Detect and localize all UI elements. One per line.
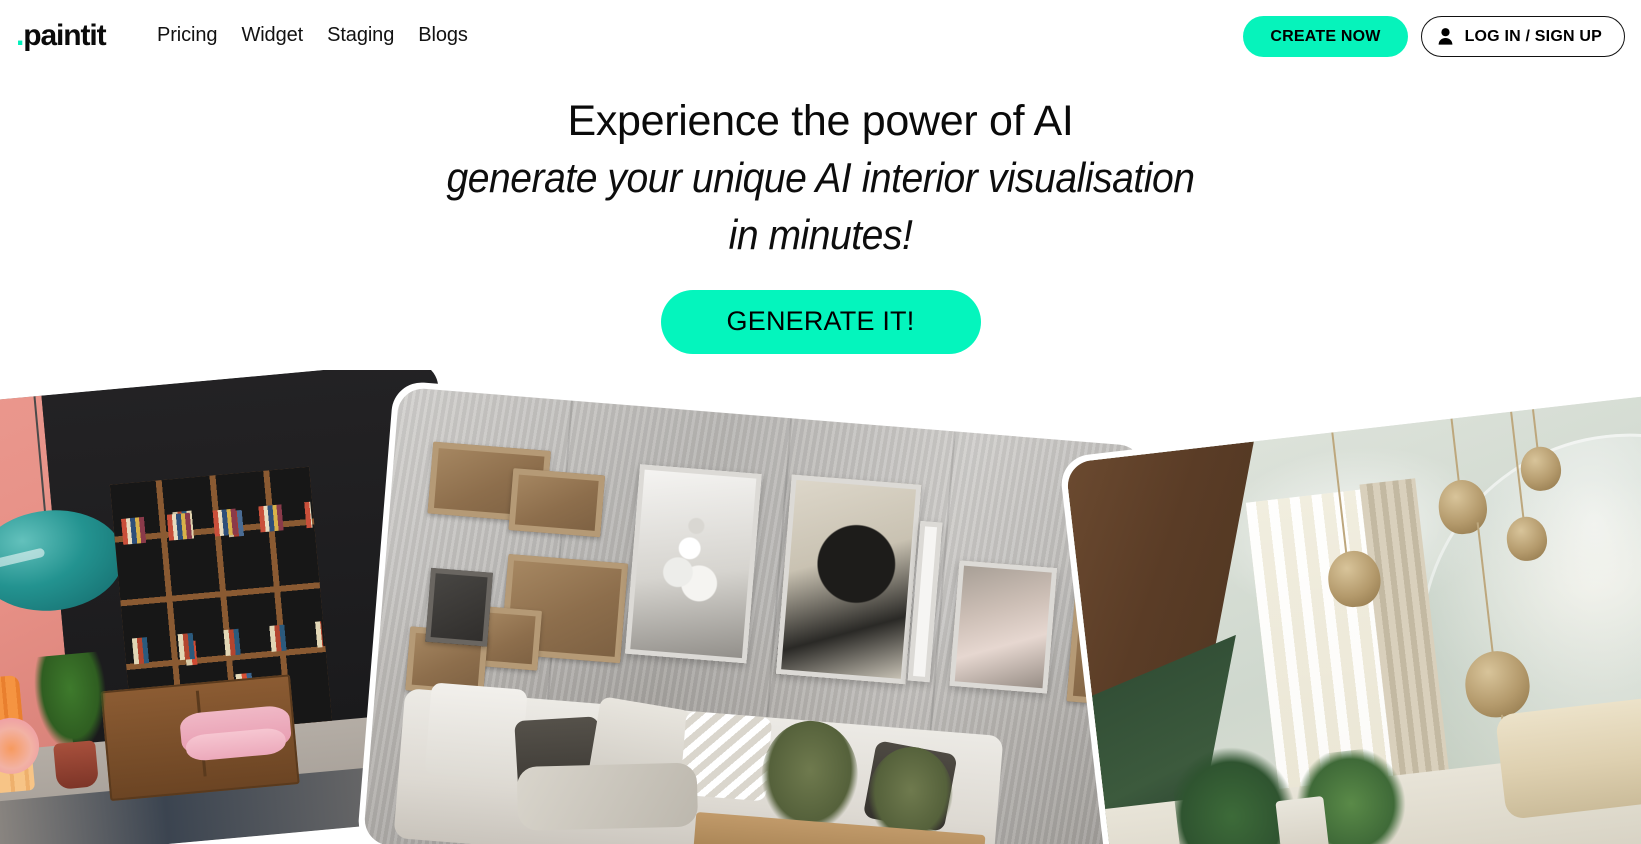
hero-section: Experience the power of AI generate your… <box>0 96 1641 354</box>
header-actions: CREATE NOW LOG IN / SIGN UP <box>1243 16 1625 57</box>
cta-wrapper: GENERATE IT! <box>0 289 1641 354</box>
login-signup-button[interactable]: LOG IN / SIGN UP <box>1420 16 1625 57</box>
hero-subtitle-line2: in minutes! <box>728 211 913 259</box>
create-now-button[interactable]: CREATE NOW <box>1243 16 1408 57</box>
teal-pendant-lamp <box>0 504 128 617</box>
pendant-cord <box>33 396 47 514</box>
shelf-box-2 <box>508 468 606 538</box>
person-icon <box>1438 28 1452 45</box>
landing-page: . paintit Pricing Widget Staging Blogs CR… <box>0 0 1641 844</box>
nav-item-widget[interactable]: Widget <box>241 24 303 47</box>
hero-title: Experience the power of AI <box>567 97 1074 145</box>
art-frame-moon <box>775 474 922 685</box>
plant-pot <box>53 740 100 790</box>
sofa-cushion-1 <box>424 682 528 782</box>
gallery-image-2[interactable] <box>362 386 1146 844</box>
login-signup-label: LOG IN / SIGN UP <box>1464 27 1602 45</box>
art-frame-floral <box>624 464 762 664</box>
nav-item-pricing[interactable]: Pricing <box>157 24 218 47</box>
shelf-box-dark <box>425 567 493 647</box>
white-planter <box>1275 795 1332 844</box>
round-pink-pillow <box>0 715 42 777</box>
logo-text: paintit <box>23 19 106 52</box>
logo-dot: . <box>16 19 24 52</box>
generate-it-button[interactable]: GENERATE IT! <box>660 289 981 354</box>
nav-item-blogs[interactable]: Blogs <box>418 24 468 47</box>
logo[interactable]: . paintit <box>16 19 107 52</box>
art-frame-blush <box>949 560 1058 694</box>
throw-blanket <box>516 762 699 831</box>
potted-plant <box>31 651 112 756</box>
site-header: . paintit Pricing Widget Staging Blogs CR… <box>0 0 1641 76</box>
hero-subtitle-line1: generate your unique AI interior visuali… <box>446 153 1195 201</box>
main-nav: Pricing Widget Staging Blogs <box>157 24 468 47</box>
image-gallery <box>0 370 1641 844</box>
nav-item-staging[interactable]: Staging <box>327 24 394 47</box>
